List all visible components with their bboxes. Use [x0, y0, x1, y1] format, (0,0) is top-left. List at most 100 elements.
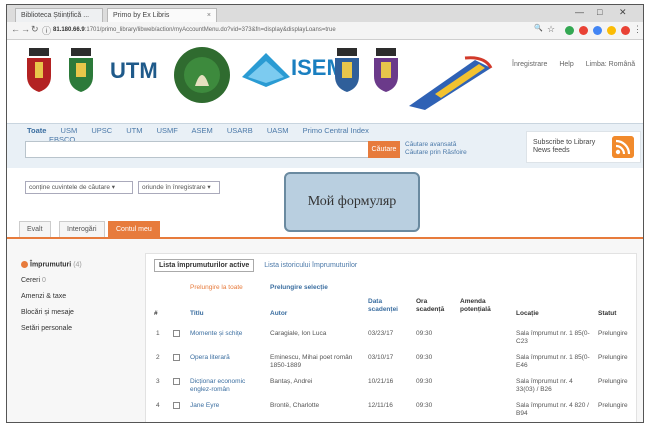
advanced-search-link[interactable]: Căutare avansată — [405, 141, 467, 149]
forward-icon[interactable]: → — [21, 24, 30, 34]
scope-tab-uasm[interactable]: UASM — [267, 126, 289, 135]
status-cell: Prelungire — [598, 402, 628, 409]
row-number: 4 — [156, 402, 160, 409]
extend-all-link[interactable]: Prelungire la toate — [190, 284, 243, 291]
loans-panel: Lista împrumuturilor active Lista istori… — [145, 253, 637, 422]
scope-tab-toate[interactable]: Toate — [27, 126, 46, 135]
account-sidebar: Împrumuturi (4) Cereri 0 Amenzi & taxe B… — [21, 261, 133, 341]
tab-active-loans[interactable]: Lista împrumuturilor active — [154, 259, 255, 272]
tab-contul-meu[interactable]: Contul meu — [108, 221, 160, 237]
location-cell: Sala împrumut nr. 4 820 / B94 — [516, 402, 589, 417]
minimize-button[interactable]: — — [575, 7, 584, 17]
reload-icon[interactable]: ↻ — [31, 24, 39, 35]
row-checkbox[interactable] — [173, 378, 180, 385]
extension-icon[interactable] — [565, 26, 574, 35]
browser-tab-bar: Biblioteca Științifică ...× Primo by Ex … — [7, 5, 643, 22]
title-link[interactable]: Dicționar economic englez-român — [190, 378, 264, 394]
author-cell: Eminescu, Mihai poet român 1850-1889 — [270, 354, 353, 369]
scope-tab-usmf[interactable]: USMF — [157, 126, 178, 135]
loan-count: (4) — [73, 261, 82, 269]
due-time-cell: 09:30 — [416, 354, 433, 361]
title-link[interactable]: Opera literară — [190, 354, 264, 362]
account-area: Împrumuturi (4) Cereri 0 Amenzi & taxe B… — [7, 239, 643, 422]
row-number: 1 — [156, 330, 160, 337]
request-count: 0 — [42, 277, 46, 285]
tab-loan-history[interactable]: Lista istoricului împrumuturilor — [264, 262, 357, 269]
url-field[interactable]: 81.180.66.9:1701/primo_library/libweb/ac… — [53, 25, 483, 36]
star-icon[interactable]: ☆ — [547, 24, 555, 35]
scope-tab-upsc[interactable]: UPSC — [91, 126, 112, 135]
help-link[interactable]: Help — [559, 61, 573, 68]
column-header-author[interactable]: Autor — [270, 310, 287, 318]
browser-tab[interactable]: Biblioteca Științifică ...× — [15, 8, 103, 22]
maximize-button[interactable]: □ — [597, 7, 602, 17]
due-date-cell: 12/11/16 — [368, 402, 393, 409]
subscribe-box[interactable]: Subscribe to Library News feeds — [526, 131, 641, 163]
sidebar-item-settings[interactable]: Setări personale — [21, 325, 133, 332]
search-button[interactable]: Căutare — [368, 141, 400, 158]
back-icon[interactable]: ← — [11, 24, 20, 34]
column-header-number: # — [154, 310, 158, 317]
address-bar-row: ← → ↻ ⓘ 81.180.66.9:1701/primo_library/l… — [7, 22, 643, 40]
sidebar-item-label: Setări personale — [21, 325, 72, 333]
column-header-due-time: Ora scadență — [416, 298, 445, 313]
scope-tab-primo[interactable]: Primo Central Index — [303, 126, 369, 135]
scope-tab-utm[interactable]: UTM — [126, 126, 142, 135]
field-select[interactable]: conține cuvintele de căutare ▾ — [25, 181, 133, 194]
header-logos: UTM ISEM Înregistrare Help Limba: Română — [7, 40, 643, 118]
sidebar-item-loans[interactable]: Împrumuturi (4) — [21, 261, 133, 268]
loans-subtabs: Lista împrumuturilor active Lista istori… — [154, 259, 357, 272]
sidebar-item-label: Împrumuturi — [30, 261, 72, 269]
scope-tab-usm[interactable]: USM — [61, 126, 78, 135]
location-cell: Sala împrumut nr. 4 33(03) / B26 — [516, 378, 573, 393]
close-window-button[interactable]: ✕ — [619, 7, 627, 18]
university-crest-icon — [374, 48, 398, 92]
scope-select[interactable]: oriunde în înregistrare ▾ — [138, 181, 220, 194]
scope-tab-asem[interactable]: ASEM — [192, 126, 213, 135]
rss-icon[interactable] — [612, 136, 634, 158]
title-link[interactable]: Momente și schițe — [190, 330, 264, 338]
scope-tab-usarb[interactable]: USARB — [227, 126, 253, 135]
browser-tab-active[interactable]: Primo by Ex Libris × — [107, 8, 217, 22]
location-cell: Sala împrumut nr. 1 85(0-E46 — [516, 354, 590, 369]
language-select[interactable]: Limba: Română — [586, 61, 635, 68]
sidebar-item-blocks[interactable]: Blocări și mesaje — [21, 309, 133, 316]
sidebar-item-fines[interactable]: Amenzi & taxe — [21, 293, 133, 300]
menu-icon[interactable]: ⋮ — [633, 24, 642, 35]
row-checkbox[interactable] — [173, 330, 180, 337]
column-header-fine: Amenda potențială — [460, 298, 491, 313]
browse-search-link[interactable]: Căutare prin Răsfoire — [405, 149, 467, 157]
consortium-logo-icon — [409, 56, 493, 110]
due-date-cell: 03/10/17 — [368, 354, 394, 361]
search-area: Toate USM UPSC UTM USMF ASEM USARB UASM … — [7, 123, 643, 168]
signin-link[interactable]: Înregistrare — [512, 61, 547, 68]
zoom-icon[interactable]: 🔍 — [534, 24, 543, 32]
row-checkbox[interactable] — [173, 354, 180, 361]
row-number: 2 — [156, 354, 160, 361]
title-link[interactable]: Jane Eyre — [190, 402, 264, 410]
search-scope-tabs: Toate USM UPSC UTM USMF ASEM USARB UASM … — [27, 126, 381, 135]
extension-icon[interactable] — [621, 26, 630, 35]
sidebar-item-requests[interactable]: Cereri 0 — [21, 277, 133, 284]
tab-evalt[interactable]: Evalt — [19, 221, 51, 237]
search-input[interactable] — [25, 141, 369, 158]
isem-emblem-icon — [242, 53, 290, 87]
row-checkbox[interactable] — [173, 402, 180, 409]
due-time-cell: 09:30 — [416, 402, 433, 409]
utm-logo: UTM — [110, 58, 158, 83]
sidebar-item-label: Blocări și mesaje — [21, 309, 74, 317]
info-icon[interactable]: ⓘ — [42, 24, 51, 37]
column-header-due-date[interactable]: Data scadenței — [368, 298, 398, 314]
close-tab-icon[interactable]: × — [207, 9, 211, 22]
scope-select-value: oriunde în înregistrare — [142, 184, 206, 191]
column-header-title[interactable]: Titlu — [190, 310, 204, 318]
status-cell: Prelungire — [598, 354, 628, 361]
extension-icon[interactable] — [579, 26, 588, 35]
extension-icon[interactable] — [593, 26, 602, 35]
url-host: 81.180.66.9 — [53, 27, 85, 33]
extend-selected-link[interactable]: Prelungire selecție — [270, 284, 328, 291]
main-tabs: Evalt Interogări Contul meu — [7, 219, 643, 239]
tab-interogari[interactable]: Interogări — [59, 221, 105, 237]
extension-icon[interactable] — [607, 26, 616, 35]
header-links: Înregistrare Help Limba: Română — [512, 61, 643, 68]
